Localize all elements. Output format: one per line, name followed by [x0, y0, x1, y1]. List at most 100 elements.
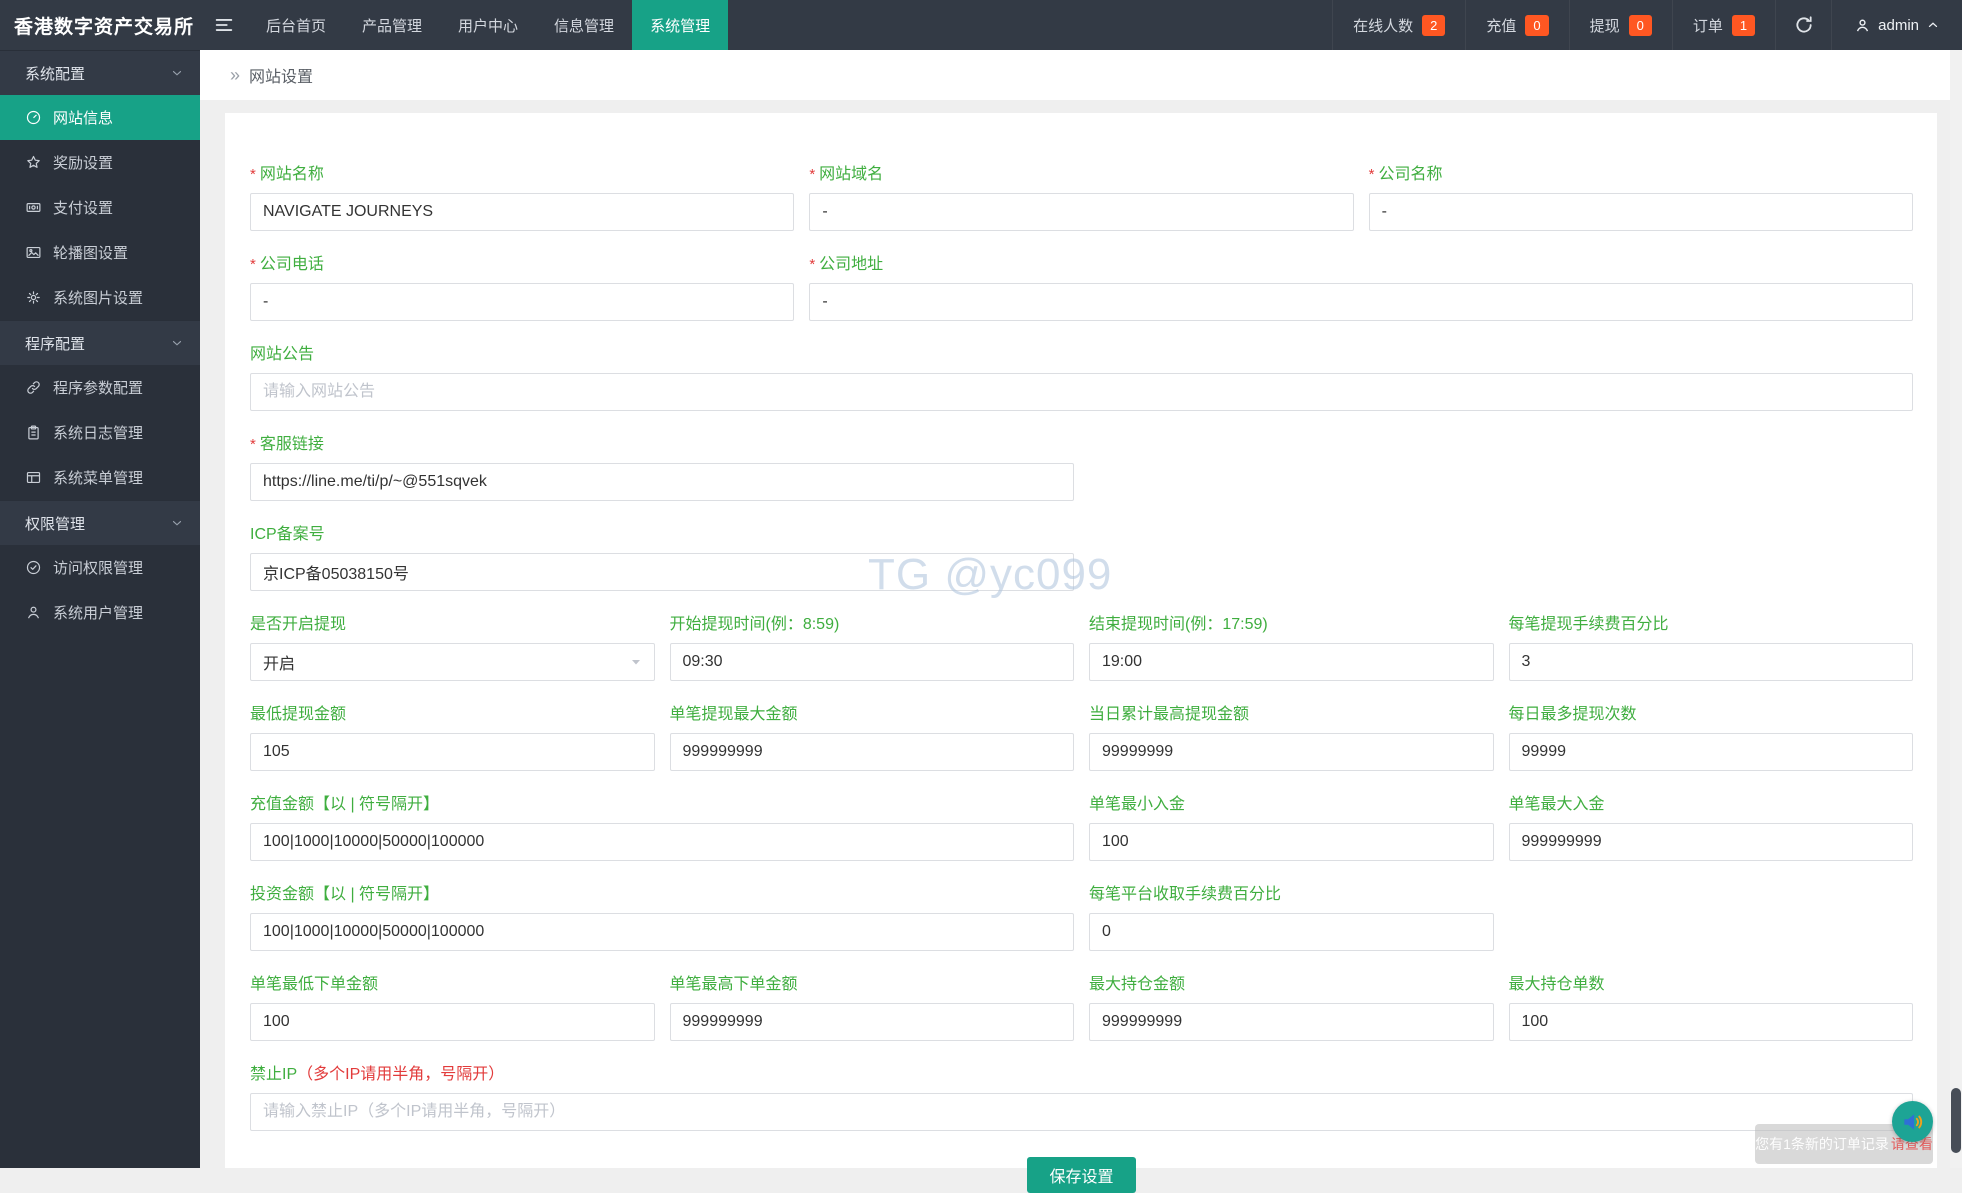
- field-recharge-amounts: 充值金额【以 | 符号隔开】: [250, 790, 1074, 861]
- image-icon: [25, 244, 42, 261]
- position-max-count-input[interactable]: [1508, 1003, 1913, 1041]
- withdraw-single-max-input[interactable]: [669, 733, 1074, 771]
- brand-title: 香港数字资产交易所: [14, 16, 195, 38]
- required-asterisk: *: [1368, 166, 1375, 183]
- stat-orders[interactable]: 订单 1: [1671, 0, 1775, 50]
- sidebar-item-system-logs[interactable]: 系统日志管理: [0, 410, 200, 455]
- sidebar-item-carousel-settings[interactable]: 轮播图设置: [0, 230, 200, 275]
- toast-message: 您有1条新的订单记录: [1755, 1136, 1889, 1152]
- vertical-scrollbar[interactable]: [1950, 50, 1962, 1168]
- withdraw-start-input[interactable]: [669, 643, 1074, 681]
- field-label: 单笔最大入金: [1508, 796, 1605, 813]
- page-title: 网站设置: [249, 69, 314, 86]
- stat-online-users[interactable]: 在线人数 2: [1332, 0, 1465, 50]
- breadcrumb-separator-icon: »: [230, 64, 241, 85]
- save-settings-button[interactable]: 保存设置: [1027, 1157, 1136, 1193]
- stat-label: 提现: [1589, 17, 1620, 35]
- site-notice-input[interactable]: [250, 373, 1913, 411]
- withdraw-enabled-select[interactable]: 开启: [250, 643, 655, 681]
- order-max-input[interactable]: [669, 1003, 1074, 1041]
- company-name-input[interactable]: [1368, 193, 1913, 231]
- navbar-right: 在线人数 2 充值 0 提现 0 订单 1 admin: [1332, 0, 1962, 50]
- field-order-min: 单笔最低下单金额: [250, 970, 655, 1041]
- sidebar-item-label: 系统菜单管理: [53, 470, 144, 487]
- field-label: * 网站名称: [250, 166, 324, 183]
- nav-item-system[interactable]: 系统管理: [632, 0, 729, 50]
- user-menu[interactable]: admin: [1831, 0, 1962, 50]
- invest-amounts-input[interactable]: [250, 913, 1074, 951]
- nav-item-dashboard[interactable]: 后台首页: [248, 0, 344, 50]
- sidebar-item-reward-settings[interactable]: 奖励设置: [0, 140, 200, 185]
- field-label: 单笔最高下单金额: [669, 976, 798, 993]
- field-label: * 公司电话: [250, 256, 324, 273]
- field-label: 每笔提现手续费百分比: [1508, 616, 1669, 633]
- sidebar-item-program-params[interactable]: 程序参数配置: [0, 365, 200, 410]
- recharge-amounts-input[interactable]: [250, 823, 1074, 861]
- sidebar-item-label: 奖励设置: [53, 155, 114, 172]
- site-name-input[interactable]: [250, 193, 795, 231]
- sidebar-item-label: 轮播图设置: [53, 245, 129, 262]
- icp-input[interactable]: [250, 553, 1074, 591]
- position-max-amount-input[interactable]: [1089, 1003, 1494, 1041]
- stat-recharge[interactable]: 充值 0: [1465, 0, 1568, 50]
- field-position-max-amount: 最大持仓金额: [1089, 970, 1494, 1041]
- shield-check-icon: [25, 559, 42, 576]
- service-link-input[interactable]: [250, 463, 1074, 501]
- company-address-input[interactable]: [809, 283, 1913, 321]
- scrollbar-thumb[interactable]: [1951, 1088, 1961, 1153]
- platform-fee-input[interactable]: [1089, 913, 1494, 951]
- deposit-max-input[interactable]: [1508, 823, 1913, 861]
- sidebar-item-access-permissions[interactable]: 访问权限管理: [0, 545, 200, 590]
- sidebar-item-system-users[interactable]: 系统用户管理: [0, 590, 200, 635]
- chevron-up-icon: [1926, 18, 1940, 32]
- refresh-button[interactable]: [1775, 0, 1831, 50]
- sidebar-group-program-config[interactable]: 程序配置: [0, 320, 200, 365]
- nav-item-users[interactable]: 用户中心: [440, 0, 536, 50]
- field-icp: ICP备案号: [250, 520, 1074, 591]
- withdraw-min-input[interactable]: [250, 733, 655, 771]
- field-label: 禁止IP（多个IP请用半角，号隔开）: [250, 1066, 505, 1083]
- nav-item-information[interactable]: 信息管理: [536, 0, 632, 50]
- field-withdraw-enabled: 是否开启提现 开启: [250, 610, 655, 681]
- deposit-min-input[interactable]: [1089, 823, 1494, 861]
- stat-withdraw[interactable]: 提现 0: [1568, 0, 1672, 50]
- withdraw-end-input[interactable]: [1089, 643, 1494, 681]
- online-count-badge: 2: [1422, 14, 1446, 36]
- banned-ip-input[interactable]: [250, 1093, 1913, 1131]
- sidebar-group-permissions[interactable]: 权限管理: [0, 500, 200, 545]
- order-min-input[interactable]: [250, 1003, 655, 1041]
- nav-item-products[interactable]: 产品管理: [344, 0, 440, 50]
- field-withdraw-start: 开始提现时间(例：8:59): [669, 610, 1074, 681]
- sidebar-group-system-config[interactable]: 系统配置: [0, 50, 200, 95]
- sidebar-item-system-menus[interactable]: 系统菜单管理: [0, 455, 200, 500]
- order-count-badge: 1: [1731, 14, 1756, 36]
- recharge-count-badge: 0: [1525, 14, 1549, 36]
- required-asterisk: *: [250, 436, 256, 453]
- withdraw-daily-count-input[interactable]: [1508, 733, 1913, 771]
- withdraw-fee-input[interactable]: [1508, 643, 1913, 681]
- field-company-name: * 公司名称: [1368, 160, 1913, 231]
- field-invest-amounts: 投资金额【以 | 符号隔开】: [250, 880, 1074, 951]
- sound-notification-button[interactable]: [1892, 1101, 1933, 1142]
- money-icon: [25, 199, 42, 216]
- sidebar-item-system-images[interactable]: 系统图片设置: [0, 275, 200, 320]
- field-label: 最大持仓金额: [1089, 976, 1186, 993]
- star-icon: [25, 154, 42, 171]
- sidebar-item-label: 网站信息: [53, 110, 114, 127]
- required-asterisk: *: [250, 256, 256, 273]
- field-deposit-min: 单笔最小入金: [1089, 790, 1494, 861]
- field-label: 最大持仓单数: [1508, 976, 1605, 993]
- field-label: 单笔最小入金: [1089, 796, 1186, 813]
- sidebar-item-site-info[interactable]: 网站信息: [0, 95, 200, 140]
- withdraw-daily-max-input[interactable]: [1089, 733, 1494, 771]
- field-label: * 公司名称: [1368, 166, 1443, 183]
- sidebar-toggle-button[interactable]: [200, 0, 248, 50]
- top-navbar: 香港数字资产交易所 后台首页 产品管理 用户中心 信息管理 系统管理 在线人数 …: [0, 0, 1962, 50]
- sidebar-item-payment-settings[interactable]: 支付设置: [0, 185, 200, 230]
- group-title: 系统配置: [25, 65, 86, 83]
- field-label: 开始提现时间(例：8:59): [669, 616, 840, 633]
- site-domain-input[interactable]: [809, 193, 1354, 231]
- field-label: 单笔提现最大金额: [669, 706, 798, 723]
- company-phone-input[interactable]: [250, 283, 795, 321]
- field-banned-ip: 禁止IP（多个IP请用半角，号隔开）: [250, 1060, 1913, 1131]
